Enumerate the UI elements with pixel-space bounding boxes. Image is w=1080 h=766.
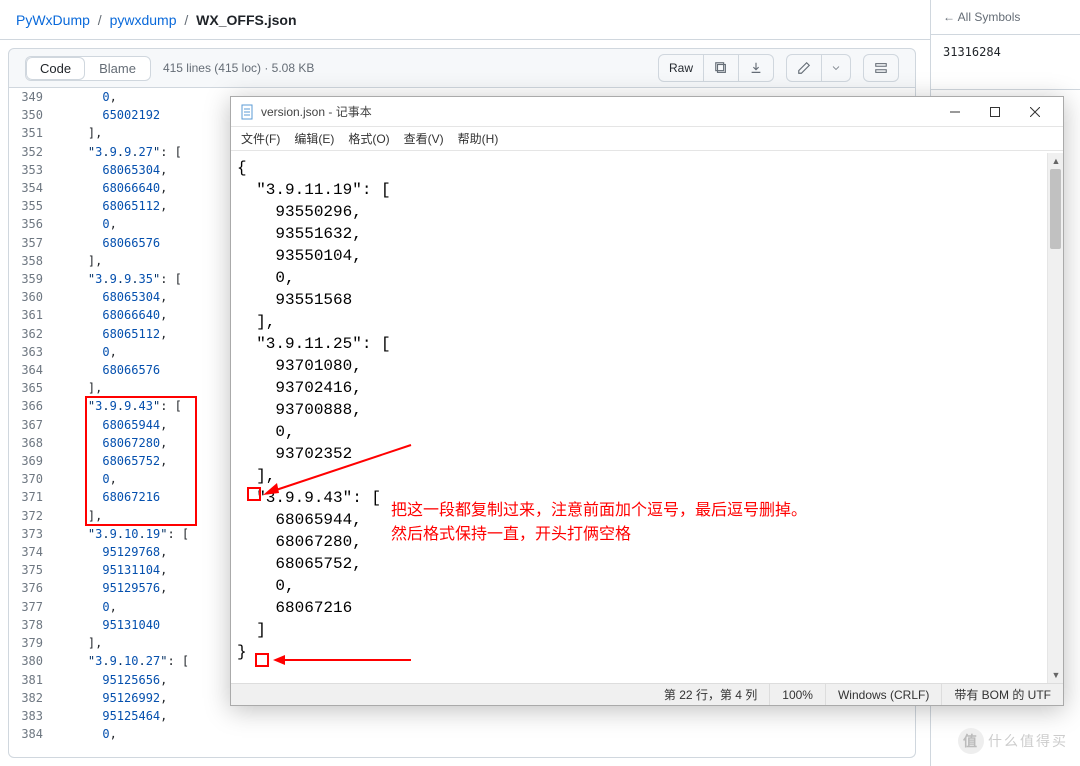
breadcrumb-repo[interactable]: PyWxDump: [16, 12, 90, 28]
notepad-menu: 文件(F) 编辑(E) 格式(O) 查看(V) 帮助(H): [231, 127, 1063, 151]
breadcrumb-sep: /: [184, 12, 188, 28]
file-meta: 415 lines (415 loc) · 5.08 KB: [163, 61, 314, 75]
copy-icon[interactable]: [704, 54, 739, 82]
blob-toolbar: Code Blame 415 lines (415 loc) · 5.08 KB…: [8, 48, 916, 88]
menu-edit[interactable]: 编辑(E): [294, 130, 334, 147]
download-icon[interactable]: [739, 54, 774, 82]
status-position: 第 22 行，第 4 列: [231, 684, 769, 705]
line-number: 382: [9, 689, 59, 707]
menu-view[interactable]: 查看(V): [404, 130, 444, 147]
status-zoom: 100%: [769, 684, 825, 705]
line-number: 372: [9, 507, 59, 525]
breadcrumb: PyWxDump / pywxdump / WX_OFFS.json: [16, 12, 297, 28]
menu-format[interactable]: 格式(O): [348, 130, 389, 147]
line-number: 363: [9, 343, 59, 361]
line-number: 354: [9, 179, 59, 197]
notepad-window: version.json - 记事本 文件(F) 编辑(E) 格式(O) 查看(…: [230, 96, 1064, 706]
breadcrumb-sep: /: [98, 12, 102, 28]
line-number: 368: [9, 434, 59, 452]
edit-dropdown-icon[interactable]: [822, 54, 851, 82]
annotation-marker: [247, 487, 261, 501]
line-number: 378: [9, 616, 59, 634]
line-number: 381: [9, 671, 59, 689]
symbols-icon[interactable]: [863, 54, 899, 82]
line-number: 357: [9, 234, 59, 252]
line-number: 353: [9, 161, 59, 179]
notepad-titlebar[interactable]: version.json - 记事本: [231, 97, 1063, 127]
line-number: 358: [9, 252, 59, 270]
status-encoding: 带有 BOM 的 UTF: [941, 684, 1063, 705]
line-number: 369: [9, 452, 59, 470]
watermark-text: 什么值得买: [988, 731, 1068, 751]
line-number: 373: [9, 525, 59, 543]
line-number: 355: [9, 197, 59, 215]
document-icon: [239, 104, 255, 120]
line-number: 379: [9, 634, 59, 652]
edit-icon[interactable]: [786, 54, 822, 82]
scroll-down-icon[interactable]: ▼: [1048, 667, 1063, 683]
menu-file[interactable]: 文件(F): [241, 130, 280, 147]
line-number: 376: [9, 579, 59, 597]
edit-group: [786, 54, 851, 82]
line-number: 374: [9, 543, 59, 561]
line-number: 349: [9, 88, 59, 106]
line-number: 384: [9, 725, 59, 743]
line-number: 365: [9, 379, 59, 397]
line-number: 352: [9, 143, 59, 161]
line-number: 377: [9, 598, 59, 616]
breadcrumb-file: WX_OFFS.json: [196, 12, 296, 28]
menu-help[interactable]: 帮助(H): [458, 130, 499, 147]
line-number: 350: [9, 106, 59, 124]
breadcrumb-dir[interactable]: pywxdump: [110, 12, 177, 28]
raw-button[interactable]: Raw: [658, 54, 704, 82]
maximize-icon[interactable]: [975, 98, 1015, 126]
blame-tab[interactable]: Blame: [85, 57, 150, 80]
view-toggle: Code Blame: [25, 56, 151, 81]
line-number: 367: [9, 416, 59, 434]
code-tab[interactable]: Code: [26, 57, 85, 80]
line-number: 370: [9, 470, 59, 488]
notepad-statusbar: 第 22 行，第 4 列 100% Windows (CRLF) 带有 BOM …: [231, 683, 1063, 705]
line-content: 0,: [59, 725, 915, 743]
line-number: 375: [9, 561, 59, 579]
line-number: 360: [9, 288, 59, 306]
watermark: 值 什么值得买: [958, 728, 1068, 754]
line-number: 380: [9, 652, 59, 670]
annotation-marker: [255, 653, 269, 667]
line-number: 366: [9, 397, 59, 415]
line-number: 361: [9, 306, 59, 324]
window-title: version.json - 记事本: [261, 103, 935, 120]
status-eol: Windows (CRLF): [825, 684, 941, 705]
file-header: PyWxDump / pywxdump / WX_OFFS.json ↑ Top: [0, 0, 1080, 40]
watermark-icon: 值: [958, 728, 984, 754]
selected-symbol: 31316284: [931, 35, 1080, 69]
minimize-icon[interactable]: [935, 98, 975, 126]
code-line: 383 95125464,: [9, 707, 915, 725]
line-number: 356: [9, 215, 59, 233]
raw-group: Raw: [658, 54, 774, 82]
line-number: 351: [9, 124, 59, 142]
scroll-thumb[interactable]: [1050, 169, 1061, 249]
notepad-body[interactable]: { "3.9.11.19": [ 93550296, 93551632, 935…: [231, 153, 1063, 683]
line-number: 383: [9, 707, 59, 725]
notepad-content[interactable]: { "3.9.11.19": [ 93550296, 93551632, 935…: [231, 153, 1063, 667]
all-symbols-back[interactable]: ← All Symbols: [931, 0, 1080, 35]
scrollbar[interactable]: ▲ ▼: [1047, 153, 1063, 683]
code-line: 384 0,: [9, 725, 915, 743]
line-number: 364: [9, 361, 59, 379]
line-number: 359: [9, 270, 59, 288]
close-icon[interactable]: [1015, 98, 1055, 126]
line-content: 95125464,: [59, 707, 915, 725]
line-number: 371: [9, 488, 59, 506]
line-number: 362: [9, 325, 59, 343]
scroll-up-icon[interactable]: ▲: [1048, 153, 1063, 169]
